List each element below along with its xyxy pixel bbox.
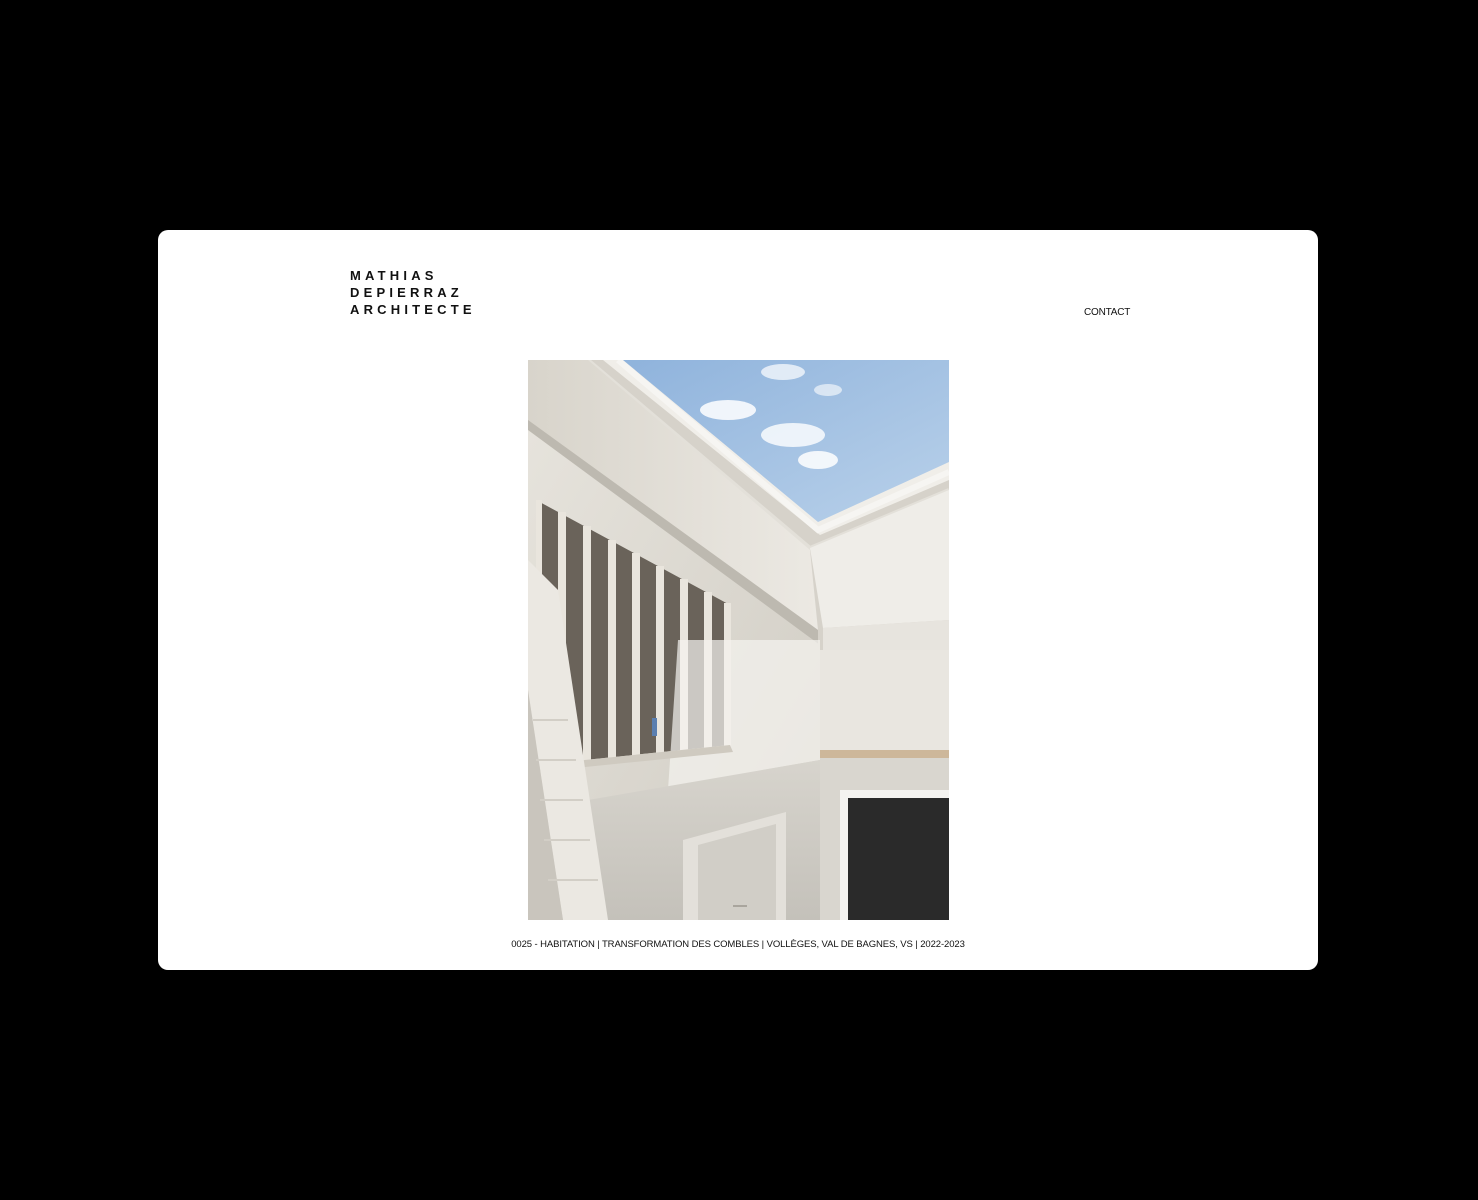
project-photo-image [528,360,949,920]
project-photo[interactable] [528,360,949,920]
browser-window: MATHIAS DEPIERRAZ ARCHITECTE CONTACT 002… [158,230,1318,970]
logo-line-1: MATHIAS [350,268,438,283]
logo-line-2: DEPIERRAZ [350,285,463,300]
logo-line-3: ARCHITECTE [350,302,476,317]
project-caption: 0025 - HABITATION | TRANSFORMATION DES C… [511,939,965,950]
site-logo[interactable]: MATHIAS DEPIERRAZ ARCHITECTE [350,267,476,318]
nav-contact-link[interactable]: CONTACT [1084,307,1130,318]
